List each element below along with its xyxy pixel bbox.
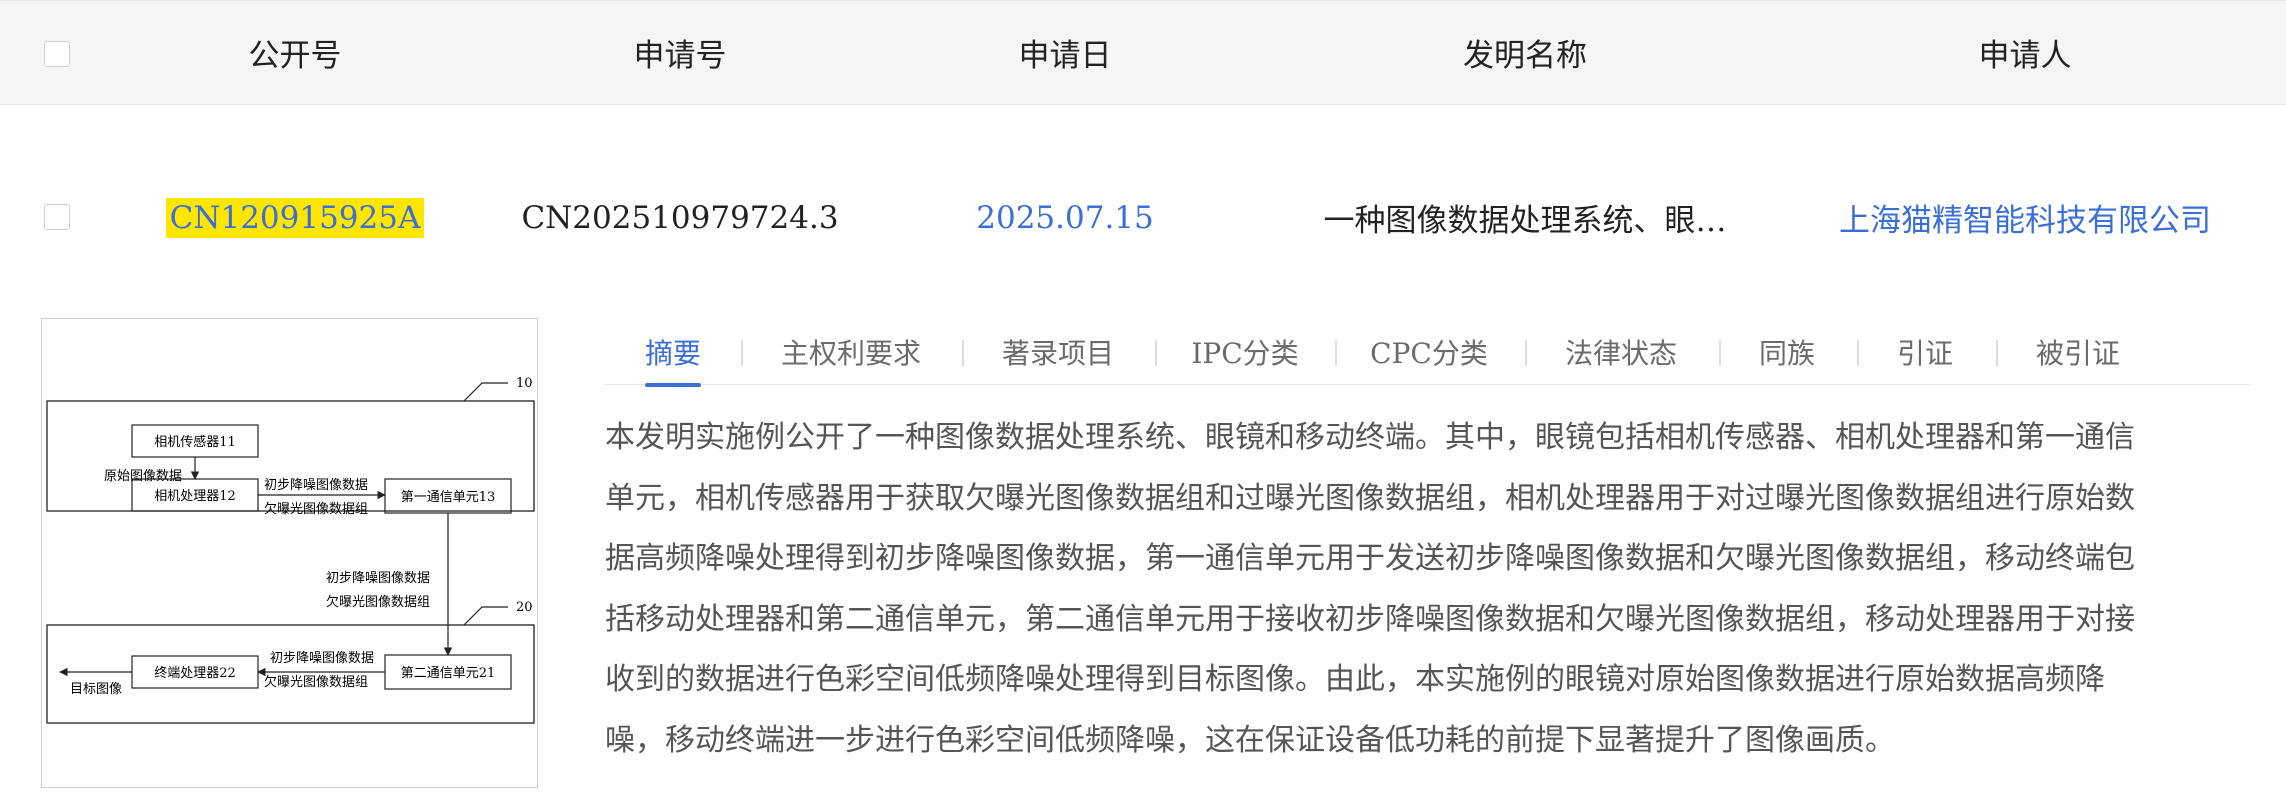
- abstract-line: 单元，相机传感器用于获取欠曝光图像数据组和过曝光图像数据组，相机处理器用于对过曝…: [605, 480, 2135, 516]
- tab-divider: [1996, 340, 1998, 366]
- abstract-line: 据高频降噪处理得到初步降噪图像数据，第一通信单元用于发送初步降噪图像数据和欠曝光…: [605, 541, 2135, 576]
- under-exposed-label-1: 欠曝光图像数据组: [264, 501, 368, 517]
- comm-unit-2-label: 第二通信单元21: [401, 666, 496, 681]
- target-image-label: 目标图像: [70, 682, 122, 697]
- row-checkbox[interactable]: [44, 204, 70, 230]
- tab-divider: [1155, 340, 1157, 366]
- tab-divider: [1857, 340, 1859, 366]
- tab-divider: [1335, 340, 1337, 366]
- denoise-data-label-3: 初步降噪图像数据: [270, 651, 374, 666]
- applicant-link[interactable]: 上海猫精智能科技有限公司: [1825, 165, 2225, 270]
- tab-ipc[interactable]: IPC分类: [1191, 318, 1298, 385]
- table-row: CN120915925A CN202510979724.3 2025.07.15…: [0, 165, 2286, 270]
- abstract-line: 本发明实施例公开了一种图像数据处理系统、眼镜和移动终端。其中，眼镜包括相机传感器…: [605, 420, 2135, 455]
- application-date: 2025.07.15: [976, 199, 1154, 236]
- select-all-checkbox[interactable]: [44, 41, 70, 67]
- header-application-no: 申请号: [633, 38, 727, 74]
- terminal-processor-label: 终端处理器22: [154, 665, 236, 681]
- comm-unit-1-label: 第一通信单元13: [401, 490, 496, 505]
- table-header: 公开号 申请号 申请日 发明名称 申请人: [0, 0, 2286, 105]
- abstract-line: 收到的数据进行色彩空间低频降噪处理得到目标图像。由此，本实施例的眼镜对原始图像数…: [605, 662, 2105, 697]
- denoise-data-label-2: 初步降噪图像数据: [326, 571, 430, 586]
- header-publication-no: 公开号: [248, 38, 342, 74]
- ref-label-20: 20: [516, 600, 533, 615]
- denoise-data-label-1: 初步降噪图像数据: [264, 478, 368, 493]
- ref-label-10: 10: [516, 376, 533, 391]
- camera-sensor-label: 相机传感器11: [154, 434, 236, 450]
- publication-no-link[interactable]: CN120915925A: [165, 165, 425, 270]
- raw-data-label: 原始图像数据: [104, 469, 182, 484]
- tab-cpc[interactable]: CPC分类: [1370, 318, 1488, 385]
- tab-main-claims[interactable]: 主权利要求: [781, 318, 921, 385]
- detail-tabs: 摘要 主权利要求 著录项目 IPC分类 CPC分类 法律状态 同族 引证 被引证: [605, 318, 2250, 387]
- invention-title-link[interactable]: 一种图像数据处理系统、眼…: [1290, 165, 1760, 270]
- patent-diagram: 10 相机传感器11 原始图像数据 相机处理器12 初步降噪图像数据 欠曝光图像…: [46, 376, 535, 724]
- header-title: 发明名称: [1463, 38, 1587, 74]
- tab-family[interactable]: 同族: [1759, 318, 1815, 385]
- tab-legal-status[interactable]: 法律状态: [1565, 318, 1677, 385]
- tab-divider: [962, 340, 964, 366]
- tab-cited-by[interactable]: 被引证: [2036, 318, 2120, 385]
- tab-divider: [1719, 340, 1721, 366]
- publication-no-text[interactable]: CN120915925A: [165, 197, 425, 238]
- tab-divider: [1525, 340, 1527, 366]
- abstract-line: 噪，移动终端进一步进行色彩空间低频降噪，这在保证设备低功耗的前提下显著提升了图像…: [605, 722, 1895, 758]
- header-application-date: 申请日: [1018, 38, 1112, 74]
- abstract-line: 括移动处理器和第二通信单元，第二通信单元用于接收初步降噪图像数据和欠曝光图像数据…: [605, 601, 2135, 637]
- tab-bibliographic[interactable]: 著录项目: [1002, 318, 1114, 385]
- abstract-text: 本发明实施例公开了一种图像数据处理系统、眼镜和移动终端。其中，眼镜包括相机传感器…: [605, 408, 2245, 771]
- tab-divider: [741, 340, 743, 366]
- tab-abstract[interactable]: 摘要: [645, 318, 701, 387]
- header-applicant: 申请人: [1978, 38, 2072, 74]
- tab-citations[interactable]: 引证: [1897, 318, 1953, 385]
- under-exposed-label-3: 欠曝光图像数据组: [264, 674, 368, 690]
- camera-processor-label: 相机处理器12: [154, 489, 236, 504]
- application-no: CN202510979724.3: [521, 199, 839, 236]
- patent-figure-thumbnail[interactable]: 10 相机传感器11 原始图像数据 相机处理器12 初步降噪图像数据 欠曝光图像…: [41, 318, 538, 788]
- under-exposed-label-2: 欠曝光图像数据组: [326, 594, 430, 610]
